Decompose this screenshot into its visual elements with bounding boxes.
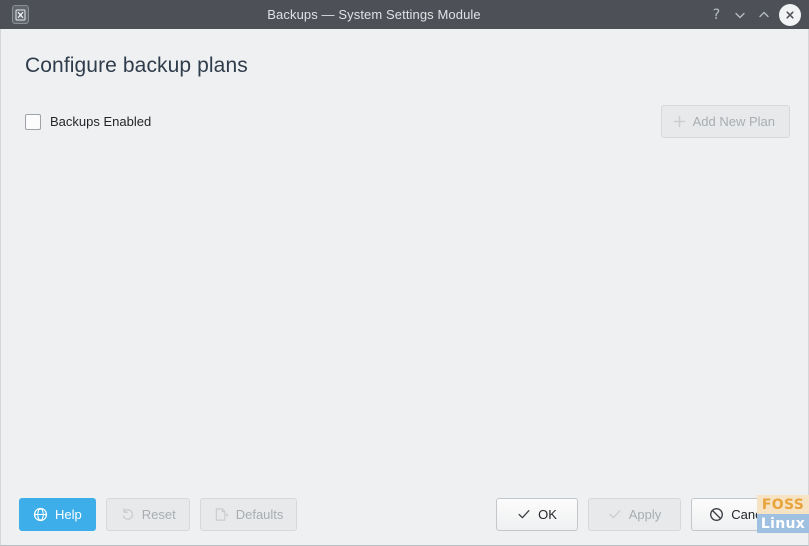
- apply-label: Apply: [628, 506, 662, 522]
- ok-button[interactable]: OK: [496, 497, 578, 531]
- button-bar-left-group: Help Reset Defaults: [19, 497, 298, 531]
- page-title: Configure backup plans: [25, 54, 248, 77]
- module-content: Configure backup plans Backups Enabled A…: [0, 29, 809, 483]
- check-icon: [608, 507, 622, 521]
- apply-button[interactable]: Apply: [588, 497, 681, 531]
- backups-enabled-label: Backups Enabled: [50, 114, 152, 129]
- dialog-button-bar: Help Reset Defaults OK Apply Cancel: [0, 483, 809, 546]
- maximize-icon[interactable]: [752, 3, 776, 27]
- no-entry-icon: [709, 507, 724, 522]
- empty-plan-list-area: [1, 138, 808, 483]
- reset-button[interactable]: Reset: [105, 497, 190, 531]
- options-row: Backups Enabled Add New Plan: [1, 78, 808, 138]
- defaults-button[interactable]: Defaults: [199, 497, 298, 531]
- close-icon[interactable]: [779, 3, 801, 26]
- window-title: Backups — System Settings Module: [267, 7, 481, 22]
- backups-enabled-checkbox[interactable]: Backups Enabled: [25, 113, 152, 130]
- backups-icon: [11, 5, 29, 24]
- add-new-plan-label: Add New Plan: [692, 114, 775, 129]
- svg-text:?: ?: [712, 7, 719, 22]
- help-button[interactable]: Help: [19, 497, 96, 531]
- help-icon[interactable]: ?: [704, 3, 728, 27]
- check-icon: [517, 507, 531, 521]
- undo-arrow-icon: [120, 507, 135, 522]
- document-revert-icon: [214, 507, 229, 522]
- cancel-label: Cancel: [731, 506, 772, 522]
- cancel-button[interactable]: Cancel: [691, 497, 790, 531]
- add-new-plan-button[interactable]: Add New Plan: [660, 105, 790, 138]
- defaults-label: Defaults: [235, 506, 284, 522]
- reset-label: Reset: [141, 506, 176, 522]
- help-label: Help: [55, 506, 82, 522]
- backups-settings-window: Backups — System Settings Module ? Confi…: [0, 0, 809, 546]
- minimize-icon[interactable]: [728, 3, 752, 27]
- button-bar-right-group: OK Apply Cancel: [496, 497, 790, 531]
- help-globe-icon: [33, 507, 48, 522]
- window-menu-button[interactable]: [0, 5, 40, 24]
- plus-icon: [673, 115, 686, 128]
- title-bar[interactable]: Backups — System Settings Module ?: [0, 0, 809, 29]
- ok-label: OK: [538, 506, 557, 522]
- window-controls: ?: [704, 3, 809, 27]
- checkbox-box[interactable]: [25, 113, 41, 130]
